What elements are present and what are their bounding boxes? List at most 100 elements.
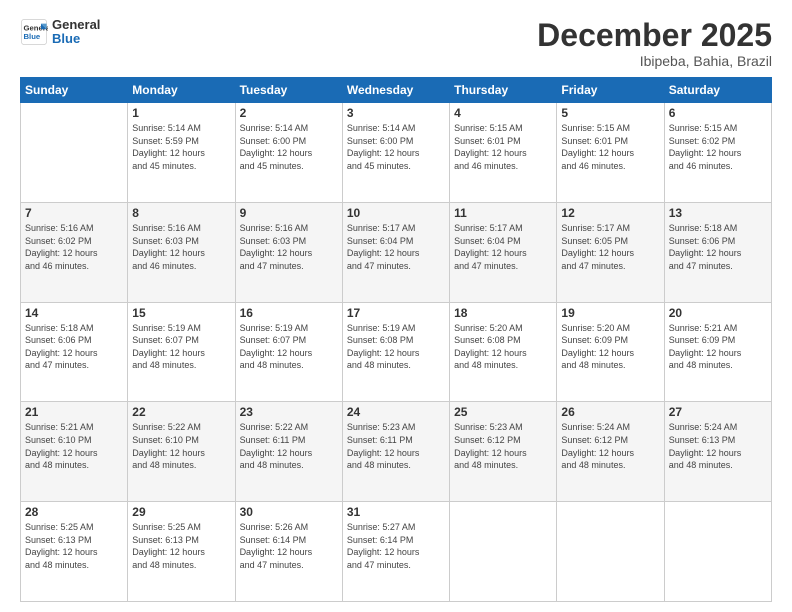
calendar-week-1: 1 Sunrise: 5:14 AM Sunset: 5:59 PM Daylig… (21, 103, 772, 203)
calendar-cell: 7 Sunrise: 5:16 AM Sunset: 6:02 PM Daylig… (21, 202, 128, 302)
calendar-cell: 14Sunrise: 5:18 AM Sunset: 6:06 PM Dayli… (21, 302, 128, 402)
calendar-week-4: 21 Sunrise: 5:21 AM Sunset: 6:10 PM Dayli… (21, 402, 772, 502)
calendar-weekday-wednesday: Wednesday (342, 78, 449, 103)
day-info: Sunrise: 5:14 AM Sunset: 6:00 PM Dayligh… (347, 122, 445, 172)
day-info: Sunrise: 5:26 AM Sunset: 6:14 PM Dayligh… (240, 521, 338, 571)
day-info: Sunrise: 5:15 AM Sunset: 6:01 PM Dayligh… (561, 122, 659, 172)
calendar-cell: 23Sunrise: 5:22 AM Sunset: 6:11 PM Dayli… (235, 402, 342, 502)
day-info: Sunrise: 5:20 AM Sunset: 6:08 PM Dayligh… (454, 322, 552, 372)
day-number: 12 (561, 206, 659, 220)
calendar-cell: 13Sunrise: 5:18 AM Sunset: 6:06 PM Dayli… (664, 202, 771, 302)
day-number: 1 (132, 106, 230, 120)
day-number: 10 (347, 206, 445, 220)
day-number: 9 (240, 206, 338, 220)
day-number: 31 (347, 505, 445, 519)
day-info: Sunrise: 5:23 AM Sunset: 6:12 PM Dayligh… (454, 421, 552, 471)
day-number: 5 (561, 106, 659, 120)
calendar-week-2: 7 Sunrise: 5:16 AM Sunset: 6:02 PM Daylig… (21, 202, 772, 302)
day-info: Sunrise: 5:16 AM Sunset: 6:03 PM Dayligh… (240, 222, 338, 272)
day-number: 29 (132, 505, 230, 519)
day-number: 14 (25, 306, 123, 320)
day-number: 4 (454, 106, 552, 120)
svg-text:Blue: Blue (24, 32, 41, 41)
calendar-header-row: SundayMondayTuesdayWednesdayThursdayFrid… (21, 78, 772, 103)
day-number: 22 (132, 405, 230, 419)
day-number: 20 (669, 306, 767, 320)
calendar-cell (557, 502, 664, 602)
calendar-cell: 21 Sunrise: 5:21 AM Sunset: 6:10 PM Dayli… (21, 402, 128, 502)
day-number: 18 (454, 306, 552, 320)
day-number: 8 (132, 206, 230, 220)
calendar-cell: 11 Sunrise: 5:17 AM Sunset: 6:04 PM Dayli… (450, 202, 557, 302)
calendar-week-5: 28 Sunrise: 5:25 AM Sunset: 6:13 PM Dayli… (21, 502, 772, 602)
calendar-cell: 1 Sunrise: 5:14 AM Sunset: 5:59 PM Daylig… (128, 103, 235, 203)
day-info: Sunrise: 5:15 AM Sunset: 6:01 PM Dayligh… (454, 122, 552, 172)
day-info: Sunrise: 5:16 AM Sunset: 6:03 PM Dayligh… (132, 222, 230, 272)
day-number: 27 (669, 405, 767, 419)
day-number: 2 (240, 106, 338, 120)
title-block: December 2025 Ibipeba, Bahia, Brazil (537, 18, 772, 69)
calendar-cell: 12 Sunrise: 5:17 AM Sunset: 6:05 PM Dayli… (557, 202, 664, 302)
day-info: Sunrise: 5:19 AM Sunset: 6:07 PM Dayligh… (132, 322, 230, 372)
day-info: Sunrise: 5:22 AM Sunset: 6:11 PM Dayligh… (240, 421, 338, 471)
day-info: Sunrise: 5:25 AM Sunset: 6:13 PM Dayligh… (132, 521, 230, 571)
day-number: 24 (347, 405, 445, 419)
calendar-cell: 25 Sunrise: 5:23 AM Sunset: 6:12 PM Dayli… (450, 402, 557, 502)
day-info: Sunrise: 5:21 AM Sunset: 6:10 PM Dayligh… (25, 421, 123, 471)
calendar-cell: 20Sunrise: 5:21 AM Sunset: 6:09 PM Dayli… (664, 302, 771, 402)
logo-line2: Blue (52, 32, 100, 46)
calendar-cell (664, 502, 771, 602)
day-info: Sunrise: 5:17 AM Sunset: 6:04 PM Dayligh… (347, 222, 445, 272)
calendar-weekday-monday: Monday (128, 78, 235, 103)
calendar-cell: 15 Sunrise: 5:19 AM Sunset: 6:07 PM Dayli… (128, 302, 235, 402)
day-info: Sunrise: 5:19 AM Sunset: 6:08 PM Dayligh… (347, 322, 445, 372)
calendar-cell: 18 Sunrise: 5:20 AM Sunset: 6:08 PM Dayli… (450, 302, 557, 402)
day-info: Sunrise: 5:20 AM Sunset: 6:09 PM Dayligh… (561, 322, 659, 372)
calendar-week-3: 14Sunrise: 5:18 AM Sunset: 6:06 PM Dayli… (21, 302, 772, 402)
day-info: Sunrise: 5:24 AM Sunset: 6:13 PM Dayligh… (669, 421, 767, 471)
day-info: Sunrise: 5:14 AM Sunset: 6:00 PM Dayligh… (240, 122, 338, 172)
calendar-cell: 30 Sunrise: 5:26 AM Sunset: 6:14 PM Dayli… (235, 502, 342, 602)
day-info: Sunrise: 5:17 AM Sunset: 6:04 PM Dayligh… (454, 222, 552, 272)
day-info: Sunrise: 5:25 AM Sunset: 6:13 PM Dayligh… (25, 521, 123, 571)
location: Ibipeba, Bahia, Brazil (537, 53, 772, 69)
logo-icon: General Blue (20, 18, 48, 46)
day-number: 7 (25, 206, 123, 220)
calendar-cell: 2 Sunrise: 5:14 AM Sunset: 6:00 PM Daylig… (235, 103, 342, 203)
day-info: Sunrise: 5:27 AM Sunset: 6:14 PM Dayligh… (347, 521, 445, 571)
calendar-weekday-sunday: Sunday (21, 78, 128, 103)
day-number: 25 (454, 405, 552, 419)
day-number: 3 (347, 106, 445, 120)
day-number: 19 (561, 306, 659, 320)
day-number: 26 (561, 405, 659, 419)
calendar-cell: 27 Sunrise: 5:24 AM Sunset: 6:13 PM Dayli… (664, 402, 771, 502)
day-number: 11 (454, 206, 552, 220)
month-title: December 2025 (537, 18, 772, 53)
calendar-weekday-saturday: Saturday (664, 78, 771, 103)
day-number: 15 (132, 306, 230, 320)
logo: General Blue General Blue (20, 18, 100, 47)
day-info: Sunrise: 5:17 AM Sunset: 6:05 PM Dayligh… (561, 222, 659, 272)
calendar-cell: 28 Sunrise: 5:25 AM Sunset: 6:13 PM Dayli… (21, 502, 128, 602)
day-number: 16 (240, 306, 338, 320)
page: General Blue General Blue December 2025 … (0, 0, 792, 612)
calendar-cell: 5 Sunrise: 5:15 AM Sunset: 6:01 PM Daylig… (557, 103, 664, 203)
day-number: 28 (25, 505, 123, 519)
day-info: Sunrise: 5:22 AM Sunset: 6:10 PM Dayligh… (132, 421, 230, 471)
calendar-cell: 4 Sunrise: 5:15 AM Sunset: 6:01 PM Daylig… (450, 103, 557, 203)
day-number: 6 (669, 106, 767, 120)
calendar-table: SundayMondayTuesdayWednesdayThursdayFrid… (20, 77, 772, 602)
calendar-cell: 29 Sunrise: 5:25 AM Sunset: 6:13 PM Dayli… (128, 502, 235, 602)
day-info: Sunrise: 5:16 AM Sunset: 6:02 PM Dayligh… (25, 222, 123, 272)
day-number: 21 (25, 405, 123, 419)
day-info: Sunrise: 5:23 AM Sunset: 6:11 PM Dayligh… (347, 421, 445, 471)
header: General Blue General Blue December 2025 … (20, 18, 772, 69)
calendar-cell: 6Sunrise: 5:15 AM Sunset: 6:02 PM Daylig… (664, 103, 771, 203)
day-info: Sunrise: 5:14 AM Sunset: 5:59 PM Dayligh… (132, 122, 230, 172)
calendar-cell: 3 Sunrise: 5:14 AM Sunset: 6:00 PM Daylig… (342, 103, 449, 203)
day-info: Sunrise: 5:19 AM Sunset: 6:07 PM Dayligh… (240, 322, 338, 372)
day-number: 17 (347, 306, 445, 320)
day-number: 30 (240, 505, 338, 519)
calendar-weekday-thursday: Thursday (450, 78, 557, 103)
calendar-cell: 24 Sunrise: 5:23 AM Sunset: 6:11 PM Dayli… (342, 402, 449, 502)
